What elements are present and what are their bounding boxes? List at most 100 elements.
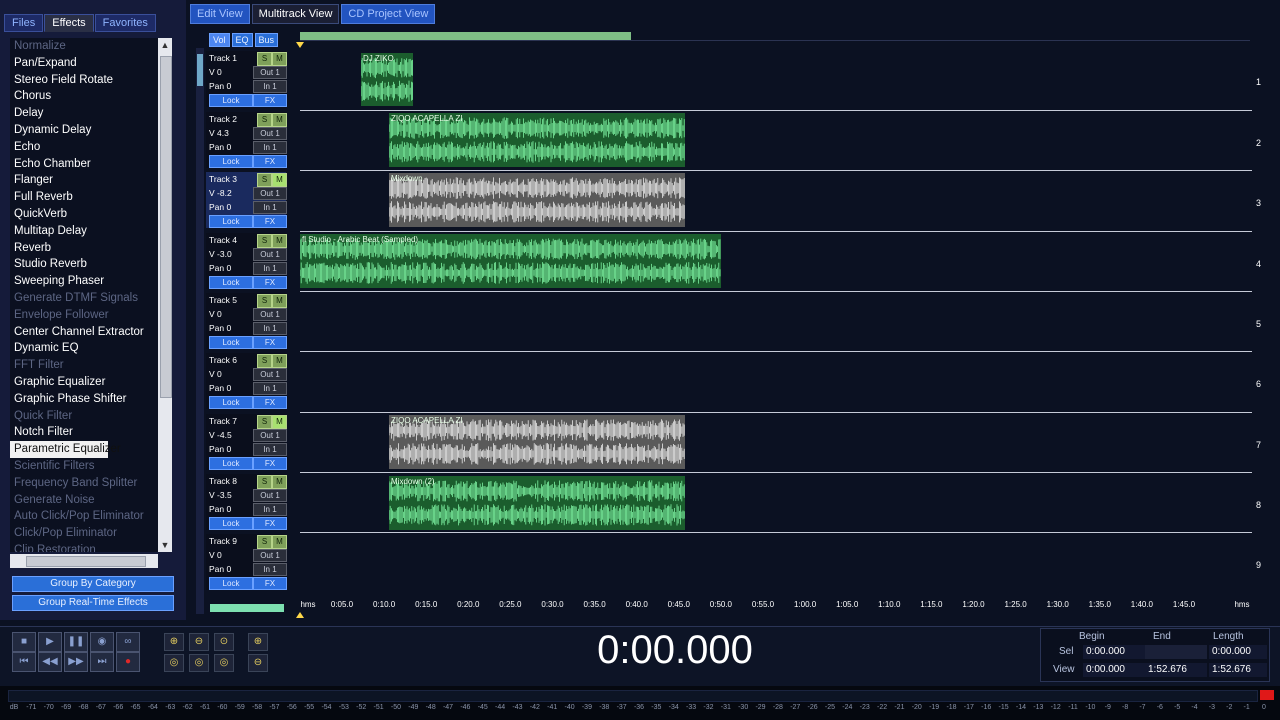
tab-files[interactable]: Files <box>4 14 44 32</box>
output-button[interactable]: Out 1 <box>253 368 287 381</box>
input-button[interactable]: In 1 <box>253 443 287 456</box>
fx-button[interactable]: FX <box>253 577 287 590</box>
track-header[interactable]: Track 7 SM V -4.5 Out 1 Pan 0 In 1 Lock FX <box>206 414 287 470</box>
zoom-left-edge-button[interactable]: ◎ <box>189 654 209 672</box>
output-button[interactable]: Out 1 <box>253 489 287 502</box>
track-header[interactable]: Track 4 SM V -3.0 Out 1 Pan 0 In 1 Lock FX <box>206 233 287 289</box>
effect-item[interactable]: Studio Reverb <box>10 256 158 273</box>
effect-item[interactable]: Full Reverb <box>10 189 158 206</box>
lock-button[interactable]: Lock <box>209 457 253 470</box>
scroll-thumb[interactable] <box>197 54 203 86</box>
input-button[interactable]: In 1 <box>253 141 287 154</box>
zoom-to-selection-button[interactable]: ◎ <box>164 654 184 672</box>
volume-control[interactable]: V 4.3 <box>209 127 253 139</box>
playhead-top-marker[interactable] <box>296 42 304 48</box>
scroll-thumb[interactable] <box>26 556 146 567</box>
view-length-field[interactable]: 1:52.676 <box>1209 663 1267 677</box>
track-scroll-strip[interactable] <box>210 604 284 612</box>
tab-cd-project-view[interactable]: CD Project View <box>341 4 436 24</box>
pan-control[interactable]: Pan 0 <box>209 382 253 394</box>
lock-button[interactable]: Lock <box>209 276 253 289</box>
output-button[interactable]: Out 1 <box>253 429 287 442</box>
loop-button[interactable]: ∞ <box>116 632 140 652</box>
fx-button[interactable]: FX <box>253 517 287 530</box>
effect-item[interactable]: QuickVerb <box>10 206 158 223</box>
effect-item[interactable]: Flanger <box>10 172 158 189</box>
input-button[interactable]: In 1 <box>253 322 287 335</box>
volume-control[interactable]: V -8.2 <box>209 187 253 199</box>
play-button[interactable]: ▶ <box>38 632 62 652</box>
mute-button[interactable]: M <box>272 354 287 368</box>
audio-clip[interactable]: fl Studio - Arabic Beat (Sampled) <box>300 234 721 288</box>
pan-control[interactable]: Pan 0 <box>209 201 253 213</box>
audio-clip[interactable]: Mixdown (2) <box>389 476 685 530</box>
output-button[interactable]: Out 1 <box>253 549 287 562</box>
session-overview[interactable] <box>300 32 1250 41</box>
solo-button[interactable]: S <box>257 415 272 429</box>
input-button[interactable]: In 1 <box>253 382 287 395</box>
zoom-full-button[interactable]: ⊙ <box>214 633 234 651</box>
effect-item[interactable]: Notch Filter <box>10 424 158 441</box>
effect-item[interactable]: Graphic Phase Shifter <box>10 391 158 408</box>
output-button[interactable]: Out 1 <box>253 66 287 79</box>
fx-button[interactable]: FX <box>253 155 287 168</box>
input-button[interactable]: In 1 <box>253 262 287 275</box>
track-header[interactable]: Track 6 SM V 0 Out 1 Pan 0 In 1 Lock FX <box>206 353 287 409</box>
mute-button[interactable]: M <box>272 234 287 248</box>
mute-button[interactable]: M <box>272 415 287 429</box>
lock-button[interactable]: Lock <box>209 155 253 168</box>
mute-button[interactable]: M <box>272 52 287 66</box>
stop-button[interactable]: ■ <box>12 632 36 652</box>
mute-button[interactable]: M <box>272 535 287 549</box>
pan-control[interactable]: Pan 0 <box>209 141 253 153</box>
effect-item[interactable]: Delay <box>10 105 158 122</box>
time-ruler[interactable]: hms 0:05.0 0:10.0 0:15.0 0:20.0 0:25.0 0:30.0 0… <box>300 598 1252 612</box>
rewind-button[interactable]: ◀◀ <box>38 652 62 672</box>
effect-item[interactable]: Sweeping Phaser <box>10 273 158 290</box>
scroll-thumb[interactable] <box>160 56 172 398</box>
effect-item[interactable]: Multitap Delay <box>10 223 158 240</box>
solo-button[interactable]: S <box>257 354 272 368</box>
sel-begin-field[interactable]: 0:00.000 <box>1083 645 1145 659</box>
track-header[interactable]: Track 9 SM V 0 Out 1 Pan 0 In 1 Lock FX <box>206 534 287 590</box>
solo-button[interactable]: S <box>257 173 272 187</box>
sel-length-field[interactable]: 0:00.000 <box>1209 645 1267 659</box>
pan-control[interactable]: Pan 0 <box>209 322 253 334</box>
play-from-cursor-button[interactable]: ◉ <box>90 632 114 652</box>
effect-item[interactable]: Dynamic Delay <box>10 122 158 139</box>
eq-view-button[interactable]: EQ <box>231 33 253 47</box>
audio-clip[interactable]: Mixdown <box>389 173 685 227</box>
lock-button[interactable]: Lock <box>209 396 253 409</box>
audio-clip[interactable]: ZIQO ACAPELLA ZI <box>389 113 685 167</box>
mute-button[interactable]: M <box>272 113 287 127</box>
volume-control[interactable]: V -3.5 <box>209 489 253 501</box>
track-header[interactable]: Track 8 SM V -3.5 Out 1 Pan 0 In 1 Lock FX <box>206 474 287 530</box>
view-end-field[interactable]: 1:52.676 <box>1145 663 1207 677</box>
effect-item[interactable]: Parametric Equalizer <box>10 441 121 458</box>
zoom-out-vertical-button[interactable]: ⊖ <box>248 654 268 672</box>
volume-control[interactable]: V 0 <box>209 308 253 320</box>
go-to-end-button[interactable]: ⏭ <box>90 652 114 672</box>
clip-indicator[interactable] <box>1260 690 1274 700</box>
volume-control[interactable]: V -3.0 <box>209 248 253 260</box>
audio-clip[interactable]: DJ ZIKO <box>361 53 413 106</box>
pan-control[interactable]: Pan 0 <box>209 563 253 575</box>
vol-view-button[interactable]: Vol <box>209 33 230 47</box>
input-button[interactable]: In 1 <box>253 201 287 214</box>
record-button[interactable]: ● <box>116 652 140 672</box>
bus-view-button[interactable]: Bus <box>254 33 279 47</box>
lock-button[interactable]: Lock <box>209 577 253 590</box>
effect-item[interactable]: Center Channel Extractor <box>10 324 158 341</box>
output-button[interactable]: Out 1 <box>253 248 287 261</box>
playhead-bottom-marker[interactable] <box>296 612 304 618</box>
fx-button[interactable]: FX <box>253 276 287 289</box>
volume-control[interactable]: V 0 <box>209 549 253 561</box>
sel-end-field[interactable] <box>1145 645 1207 659</box>
audio-clip[interactable]: ZIQO ACAPELLA ZI <box>389 415 685 469</box>
group-realtime-effects-button[interactable]: Group Real-Time Effects <box>12 595 174 611</box>
input-button[interactable]: In 1 <box>253 503 287 516</box>
solo-button[interactable]: S <box>257 294 272 308</box>
solo-button[interactable]: S <box>257 113 272 127</box>
overview-range[interactable] <box>300 32 631 40</box>
output-button[interactable]: Out 1 <box>253 127 287 140</box>
